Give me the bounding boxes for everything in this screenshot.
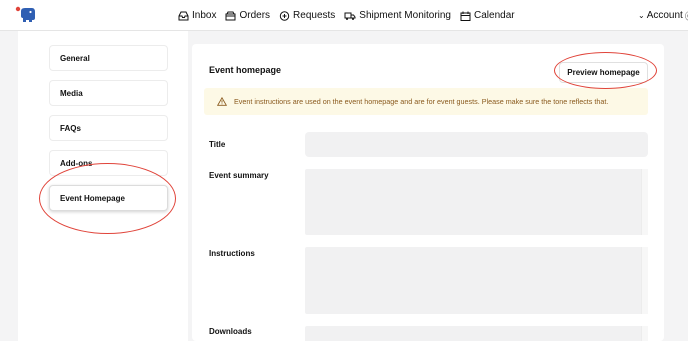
- sidebar-item-label: Media: [60, 88, 83, 98]
- nav-calendar[interactable]: Calendar: [460, 10, 515, 21]
- sidebar-item-faqs[interactable]: FAQs: [49, 115, 168, 141]
- downloads-area[interactable]: [305, 326, 648, 341]
- orders-icon: [225, 11, 236, 20]
- nav-requests-label: Requests: [293, 10, 336, 21]
- sidebar-item-general[interactable]: General: [49, 45, 168, 71]
- nav-shipment-monitoring[interactable]: Shipment Monitoring: [344, 10, 451, 21]
- event-summary-textarea[interactable]: [305, 169, 648, 235]
- truck-icon: [344, 12, 356, 20]
- plus-circle-icon: [279, 10, 290, 21]
- downloads-label: Downloads: [209, 327, 252, 336]
- sidebar-item-add-ons[interactable]: Add-ons: [49, 150, 168, 176]
- page-title: Event homepage: [209, 65, 282, 75]
- warning-icon: [217, 97, 227, 106]
- right-gutter: [664, 31, 688, 341]
- nav-inbox-label: Inbox: [192, 10, 217, 21]
- calendar-icon: [460, 11, 471, 21]
- inbox-icon: [178, 11, 189, 20]
- title-input[interactable]: [305, 132, 648, 157]
- info-alert: Event instructions are used on the event…: [204, 88, 648, 115]
- title-label: Title: [209, 140, 226, 149]
- textarea-scrollbar[interactable]: [641, 169, 648, 235]
- nav-orders-label: Orders: [239, 10, 271, 21]
- top-navigation-bar: Inbox Orders Requests Shipment Monitorin…: [0, 0, 688, 31]
- main-nav: Inbox Orders Requests Shipment Monitorin…: [178, 0, 524, 31]
- event-homepage-card: Event homepage Preview homepage Event in…: [192, 44, 664, 341]
- sidebar-item-label: Add-ons: [60, 158, 93, 168]
- sidebar-item-event-homepage[interactable]: Event Homepage: [49, 185, 168, 211]
- account-label: Account: [646, 10, 683, 21]
- nav-shipment-monitoring-label: Shipment Monitoring: [359, 10, 451, 21]
- sidebar-item-label: FAQs: [60, 123, 81, 133]
- nav-inbox[interactable]: Inbox: [178, 10, 216, 21]
- chevron-down-icon: ⌄: [638, 11, 645, 20]
- alert-text: Event instructions are used on the event…: [234, 97, 609, 106]
- preview-homepage-button[interactable]: Preview homepage: [559, 62, 648, 83]
- nav-calendar-label: Calendar: [474, 10, 515, 21]
- event-summary-label: Event summary: [209, 171, 269, 180]
- sidebar-item-media[interactable]: Media: [49, 80, 168, 106]
- instructions-textarea[interactable]: [305, 247, 648, 314]
- textarea-scrollbar[interactable]: [641, 326, 648, 341]
- sidebar-item-label: General: [60, 53, 90, 63]
- nav-orders[interactable]: Orders: [225, 10, 270, 21]
- textarea-scrollbar[interactable]: [641, 247, 648, 314]
- nav-requests[interactable]: Requests: [279, 10, 335, 21]
- sidebar-item-label: Event Homepage: [60, 193, 125, 203]
- instructions-label: Instructions: [209, 249, 255, 258]
- account-menu[interactable]: ⌄ Account Ⓒ: [638, 0, 688, 31]
- elephant-logo-icon[interactable]: [15, 5, 37, 25]
